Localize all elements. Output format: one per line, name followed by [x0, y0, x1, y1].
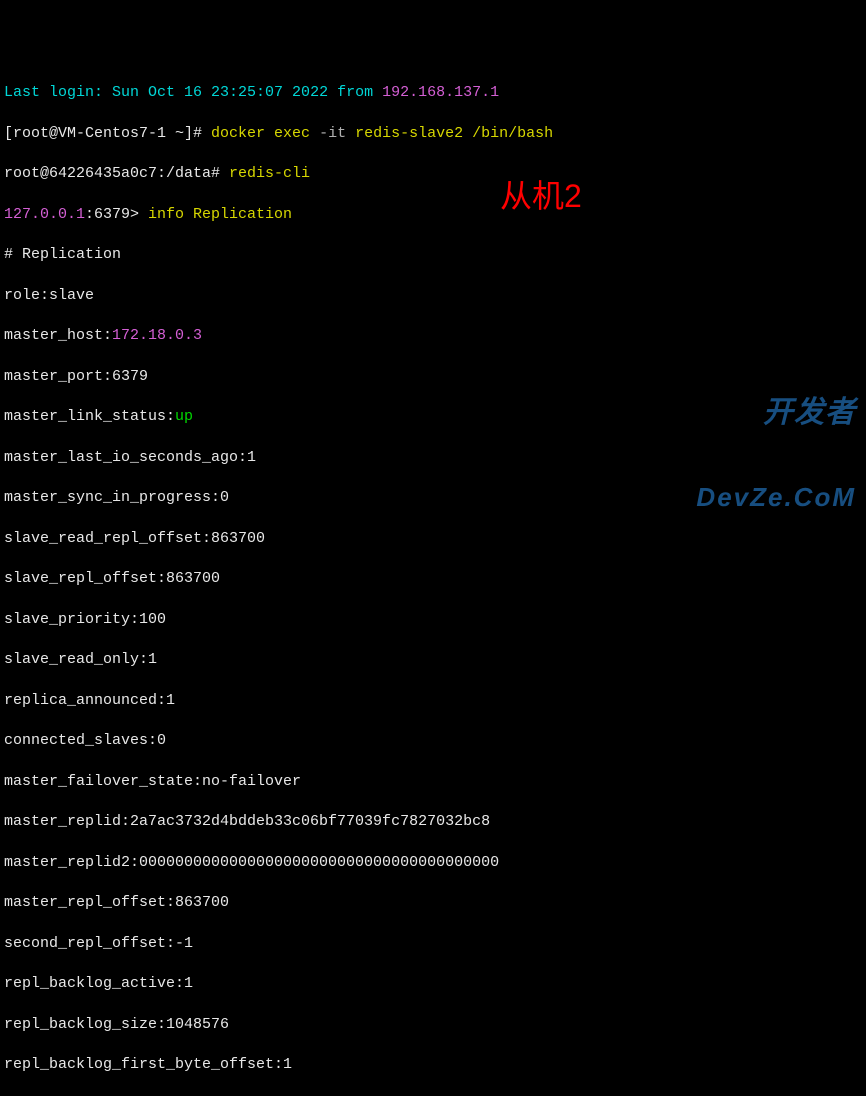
- last-login-from-word: from: [328, 84, 382, 101]
- shell-prompt-line-2[interactable]: root@64226435a0c7:/data# redis-cli: [4, 164, 862, 184]
- redis-prompt-line-1[interactable]: 127.0.0.1:6379> info Replication: [4, 205, 862, 225]
- watermark: 开发者 DevZe.CoM: [696, 342, 856, 538]
- role-line: role:slave: [4, 286, 862, 306]
- redis-cli-command: redis-cli: [229, 165, 310, 182]
- repl-backlog-first-byte-line: repl_backlog_first_byte_offset:1: [4, 1055, 862, 1075]
- shell-prompt-2: root@64226435a0c7:/data#: [4, 165, 229, 182]
- annotation-label: 从机2: [500, 175, 582, 218]
- repl-backlog-size-line: repl_backlog_size:1048576: [4, 1015, 862, 1035]
- replica-announced-line: replica_announced:1: [4, 691, 862, 711]
- docker-args: redis-slave2 /bin/bash: [355, 125, 553, 142]
- master-replid2-line: master_replid2:0000000000000000000000000…: [4, 853, 862, 873]
- master-link-status-value: up: [175, 408, 193, 425]
- master-failover-state-line: master_failover_state:no-failover: [4, 772, 862, 792]
- shell-prompt-1: [root@VM-Centos7-1 ~]#: [4, 125, 211, 142]
- info-command: info Replication: [148, 206, 292, 223]
- watermark-line-2: DevZe.CoM: [696, 484, 856, 510]
- second-repl-offset-line: second_repl_offset:-1: [4, 934, 862, 954]
- slave-priority-line: slave_priority:100: [4, 610, 862, 630]
- shell-prompt-line-1[interactable]: [root@VM-Centos7-1 ~]# docker exec -it r…: [4, 124, 862, 144]
- redis-prompt-ip: 127.0.0.1: [4, 206, 85, 223]
- last-login-line: Last login: Sun Oct 16 23:25:07 2022 fro…: [4, 83, 862, 103]
- master-host-key: master_host:: [4, 327, 112, 344]
- connected-slaves-line: connected_slaves:0: [4, 731, 862, 751]
- master-host-value: 172.18.0.3: [112, 327, 202, 344]
- master-replid-line: master_replid:2a7ac3732d4bddeb33c06bf770…: [4, 812, 862, 832]
- slave-read-only-line: slave_read_only:1: [4, 650, 862, 670]
- redis-prompt-port: :6379>: [85, 206, 148, 223]
- last-login-ip: 192.168.137.1: [382, 84, 499, 101]
- docker-command: docker exec: [211, 125, 319, 142]
- slave-repl-offset-line: slave_repl_offset:863700: [4, 569, 862, 589]
- master-repl-offset-line: master_repl_offset:863700: [4, 893, 862, 913]
- replication-header: # Replication: [4, 245, 862, 265]
- master-link-status-key: master_link_status:: [4, 408, 175, 425]
- watermark-line-1: 开发者: [696, 398, 856, 428]
- docker-flag: -it: [319, 125, 355, 142]
- last-login-date: Sun Oct 16 23:25:07 2022: [112, 84, 328, 101]
- last-login-prefix: Last login:: [4, 84, 112, 101]
- repl-backlog-active-line: repl_backlog_active:1: [4, 974, 862, 994]
